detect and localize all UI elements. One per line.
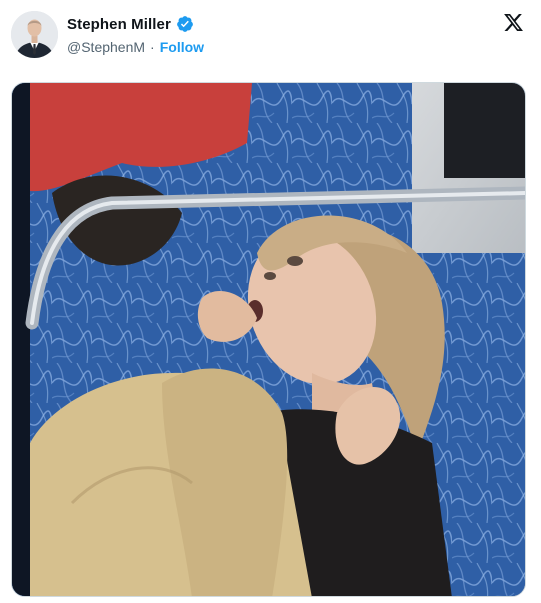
author-name-row: Stephen Miller bbox=[67, 13, 194, 35]
avatar[interactable] bbox=[11, 11, 58, 58]
author-display-name[interactable]: Stephen Miller bbox=[67, 16, 171, 33]
tweet-header: Stephen Miller @StephenM · Follow bbox=[0, 0, 541, 78]
verified-badge-icon bbox=[176, 15, 194, 33]
tweet-media-photo[interactable] bbox=[11, 82, 526, 597]
separator-dot: · bbox=[150, 39, 155, 55]
author-handle-row: @StephenM · Follow bbox=[67, 37, 204, 57]
follow-button[interactable]: Follow bbox=[160, 39, 204, 55]
tweet-embed-card: Stephen Miller @StephenM · Follow bbox=[0, 0, 541, 603]
author-handle[interactable]: @StephenM bbox=[67, 39, 145, 55]
x-logo-icon[interactable] bbox=[503, 12, 524, 33]
